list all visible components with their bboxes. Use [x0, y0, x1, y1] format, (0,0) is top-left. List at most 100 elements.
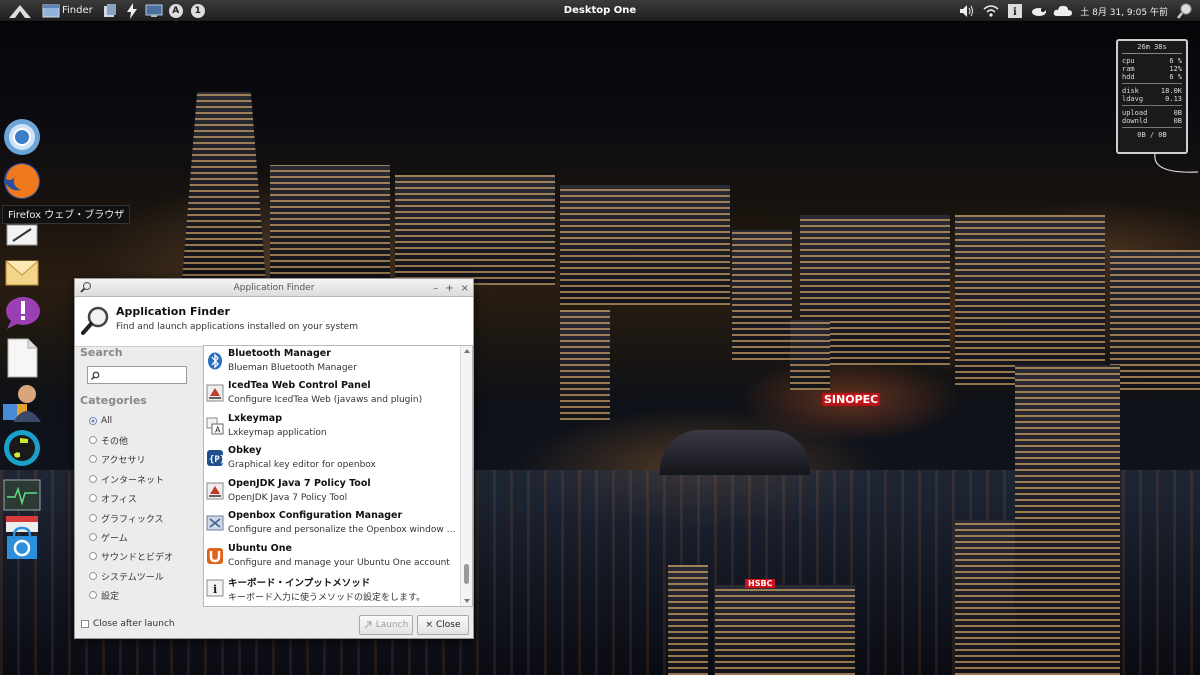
account-badge-icon[interactable]: A: [165, 0, 187, 22]
tower-foreground-right: [1015, 365, 1120, 675]
tower-foreground-center-2: [715, 585, 855, 675]
tower-ifc: [182, 92, 266, 282]
list-item[interactable]: Ubuntu One Configure and manage your Ubu…: [204, 541, 460, 573]
category-sound-video[interactable]: サウンドとビデオ: [89, 548, 173, 564]
radio-icon: [89, 475, 97, 483]
monitor-cable: [1154, 153, 1199, 173]
openbox-menu-icon[interactable]: [0, 0, 40, 22]
dock-mail[interactable]: [2, 253, 42, 293]
finder-header: Application Finder Find and launch appli…: [75, 297, 473, 347]
volume-icon[interactable]: [956, 0, 978, 22]
svg-text:i: i: [1013, 7, 1017, 18]
category-internet[interactable]: インターネット: [89, 471, 164, 487]
search-icon[interactable]: [1174, 0, 1196, 22]
close-after-launch-checkbox[interactable]: [81, 620, 89, 628]
close-button[interactable]: × Close: [417, 615, 469, 635]
system-monitor-widget: 26m 38s cpu 6 % ram 12% hdd 6 % disk 18.0K l…: [1116, 39, 1188, 154]
notification-icon: [6, 297, 40, 329]
music-player-icon: [4, 430, 40, 466]
list-item[interactable]: {P} Obkey Graphical key editor for openb…: [204, 443, 460, 475]
workspace-number-icon[interactable]: 1: [187, 0, 209, 22]
dock-firefox[interactable]: [2, 161, 42, 201]
document-icon: [7, 338, 38, 378]
application-list: Bluetooth Manager Blueman Bluetooth Mana…: [203, 345, 473, 607]
skyline-block: [395, 175, 555, 285]
list-scrollbar[interactable]: [460, 346, 472, 606]
category-accessories[interactable]: アクセサリ: [89, 451, 146, 467]
search-box[interactable]: [87, 366, 187, 384]
finder-icon[interactable]: [40, 0, 62, 22]
svg-text:A: A: [215, 426, 221, 435]
application-finder-window: Application Finder – + × Application Fin…: [74, 278, 474, 639]
dock-app-store[interactable]: [2, 524, 42, 564]
window-titlebar[interactable]: Application Finder – + ×: [75, 279, 473, 297]
system-monitor-icon: [3, 479, 41, 511]
power-bolt-icon[interactable]: [121, 0, 143, 22]
category-office[interactable]: オフィス: [89, 490, 137, 506]
app-store-icon: [7, 526, 37, 559]
close-window-button[interactable]: ×: [461, 283, 469, 294]
list-item[interactable]: IcedTea Web Control Panel Configure Iced…: [204, 378, 460, 410]
info-icon[interactable]: i: [1004, 0, 1026, 22]
scroll-up-icon[interactable]: [464, 349, 470, 353]
dock-notifications[interactable]: [2, 293, 42, 333]
top-panel: Finder A 1 Desktop One i 土 8月 31, 9:05 午…: [0, 0, 1200, 22]
finder-label[interactable]: Finder: [62, 5, 93, 16]
header-title: Application Finder: [116, 305, 230, 318]
bluetooth-icon: [206, 352, 224, 370]
keymap-icon: A: [206, 417, 224, 435]
java-policy-icon: [206, 482, 224, 500]
list-item[interactable]: i キーボード・インプットメソッド キーボード入力に使うメソッドの設定をします。: [204, 573, 460, 605]
java-icon: [206, 384, 224, 402]
list-item[interactable]: Bluetooth Manager Blueman Bluetooth Mana…: [204, 346, 460, 378]
scroll-down-icon[interactable]: [464, 599, 470, 603]
minimize-button[interactable]: –: [433, 283, 438, 294]
ldavg-row: ldavg 0.13: [1122, 95, 1182, 103]
ubuntu-one-icon: [206, 547, 224, 565]
dock-system-monitor[interactable]: [2, 475, 42, 515]
category-settings[interactable]: 設定: [89, 587, 119, 603]
maximize-button[interactable]: +: [445, 283, 453, 294]
radio-icon: [89, 436, 97, 444]
finder-footer: Close after launch Launch × Close: [75, 613, 473, 637]
skyline-block: [270, 165, 390, 280]
desktop-switch-icon[interactable]: [143, 0, 165, 22]
sign-sinopec: SINOPEC: [822, 393, 881, 406]
firefox-icon: [4, 163, 40, 199]
radio-icon: [89, 572, 97, 580]
list-item[interactable]: A Lxkeymap Lxkeymap application: [204, 411, 460, 443]
skyline-block: [1110, 250, 1200, 390]
launch-button[interactable]: Launch: [359, 615, 413, 635]
dock-document[interactable]: [2, 338, 42, 378]
search-label: Search: [80, 346, 123, 359]
openbox-config-icon: [206, 514, 224, 532]
uptime: 26m 38s: [1122, 43, 1182, 54]
search-input[interactable]: [103, 368, 181, 382]
disk-row: disk 18.0K: [1122, 87, 1182, 95]
skyline-block: [560, 185, 730, 305]
list-item[interactable]: OpenJDK Java 7 Policy Tool OpenJDK Java …: [204, 476, 460, 508]
radio-icon: [89, 591, 97, 599]
category-other[interactable]: その他: [89, 432, 128, 448]
dock-chromium[interactable]: [2, 117, 42, 157]
clock[interactable]: 土 8月 31, 9:05 午前: [1080, 5, 1168, 18]
hdd-row: hdd 6 %: [1122, 73, 1182, 81]
category-system-tools[interactable]: システムツール: [89, 568, 164, 584]
close-after-launch-option[interactable]: Close after launch: [81, 619, 175, 629]
dock-user-accounts[interactable]: [2, 382, 42, 422]
category-games[interactable]: ゲーム: [89, 529, 128, 545]
dock-text-editor[interactable]: [2, 222, 42, 248]
window-title: Application Finder: [233, 283, 315, 293]
list-item[interactable]: Openbox Configuration Manager Configure …: [204, 508, 460, 540]
dock-music-player[interactable]: [2, 428, 42, 468]
user-accounts-icon: [3, 385, 41, 422]
magnifier-large-icon: [81, 305, 111, 338]
wifi-icon[interactable]: [980, 0, 1002, 22]
category-all[interactable]: All: [89, 413, 112, 429]
category-graphics[interactable]: グラフィックス: [89, 510, 164, 526]
cloud-sync-icon[interactable]: [1052, 0, 1074, 22]
scroll-thumb[interactable]: [464, 564, 469, 584]
file-manager-icon[interactable]: [99, 0, 121, 22]
bird-app-icon[interactable]: [1028, 0, 1050, 22]
search-icon: [91, 371, 100, 380]
